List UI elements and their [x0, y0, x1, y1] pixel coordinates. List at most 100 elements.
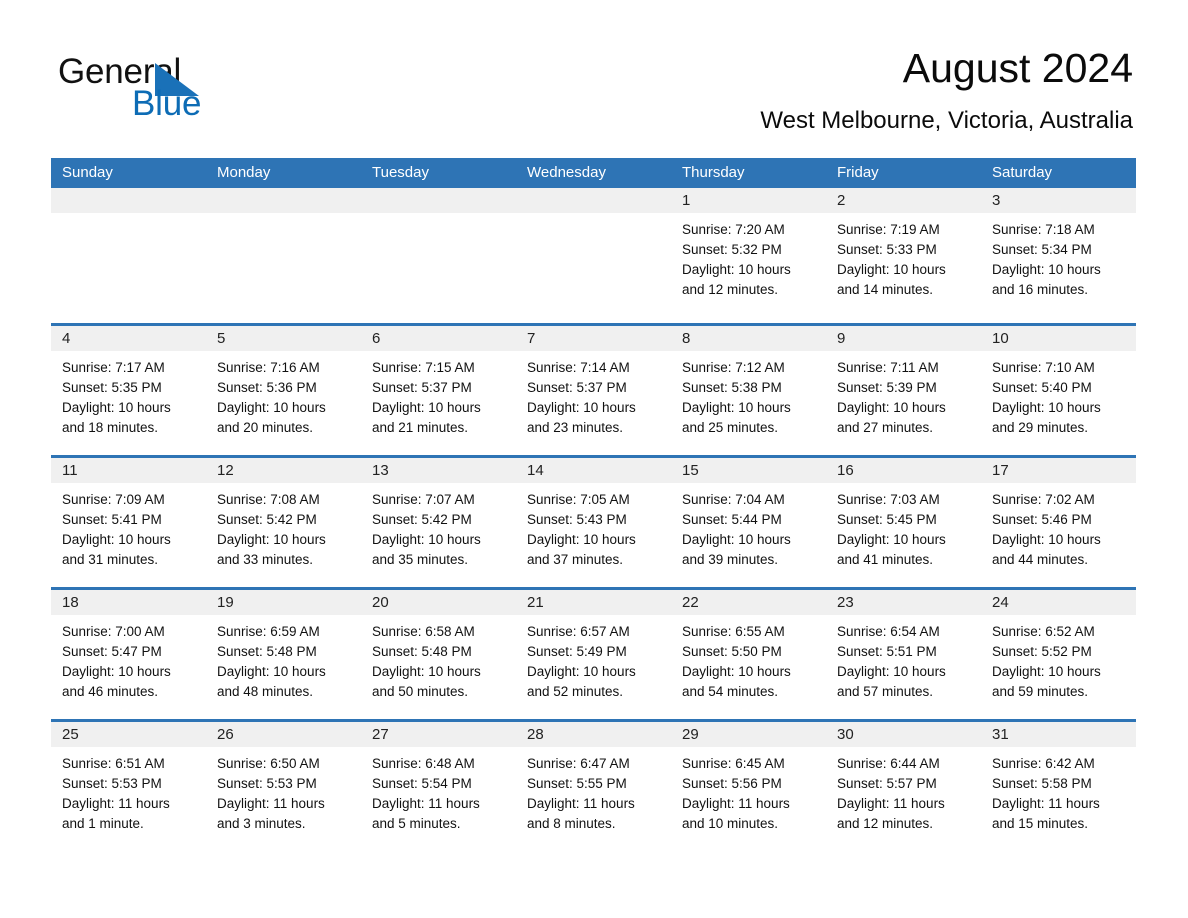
day-info: Sunrise: 6:52 AM Sunset: 5:52 PM Dayligh… — [981, 615, 1136, 702]
day-cell[interactable]: 23 Sunrise: 6:54 AM Sunset: 5:51 PM Dayl… — [826, 590, 981, 719]
day-cell[interactable]: 25 Sunrise: 6:51 AM Sunset: 5:53 PM Dayl… — [51, 722, 206, 851]
daylight-text-line2: and 35 minutes. — [372, 552, 469, 567]
day-cell[interactable]: 4 Sunrise: 7:17 AM Sunset: 5:35 PM Dayli… — [51, 326, 206, 455]
day-cell[interactable]: 24 Sunrise: 6:52 AM Sunset: 5:52 PM Dayl… — [981, 590, 1136, 719]
day-cell[interactable] — [206, 188, 361, 323]
day-cell[interactable]: 17 Sunrise: 7:02 AM Sunset: 5:46 PM Dayl… — [981, 458, 1136, 587]
day-cell[interactable]: 29 Sunrise: 6:45 AM Sunset: 5:56 PM Dayl… — [671, 722, 826, 851]
daylight-text-line1: Daylight: 10 hours — [217, 532, 326, 547]
sunset-text: Sunset: 5:32 PM — [682, 242, 782, 257]
day-cell[interactable]: 1 Sunrise: 7:20 AM Sunset: 5:32 PM Dayli… — [671, 188, 826, 323]
day-number: 7 — [516, 326, 671, 351]
sunset-text: Sunset: 5:37 PM — [372, 380, 472, 395]
daylight-text-line2: and 37 minutes. — [527, 552, 624, 567]
day-cell[interactable]: 31 Sunrise: 6:42 AM Sunset: 5:58 PM Dayl… — [981, 722, 1136, 851]
sunset-text: Sunset: 5:36 PM — [217, 380, 317, 395]
sunrise-text: Sunrise: 7:08 AM — [217, 492, 320, 507]
day-cell[interactable]: 5 Sunrise: 7:16 AM Sunset: 5:36 PM Dayli… — [206, 326, 361, 455]
day-info — [51, 213, 206, 220]
brand-logo[interactable]: General Blue — [58, 52, 388, 126]
day-cell[interactable]: 9 Sunrise: 7:11 AM Sunset: 5:39 PM Dayli… — [826, 326, 981, 455]
daylight-text-line2: and 3 minutes. — [217, 816, 306, 831]
daylight-text-line1: Daylight: 10 hours — [992, 532, 1101, 547]
day-info: Sunrise: 6:58 AM Sunset: 5:48 PM Dayligh… — [361, 615, 516, 702]
daylight-text-line2: and 54 minutes. — [682, 684, 779, 699]
day-cell[interactable] — [516, 188, 671, 323]
day-cell[interactable]: 12 Sunrise: 7:08 AM Sunset: 5:42 PM Dayl… — [206, 458, 361, 587]
day-cell[interactable]: 27 Sunrise: 6:48 AM Sunset: 5:54 PM Dayl… — [361, 722, 516, 851]
day-info: Sunrise: 6:51 AM Sunset: 5:53 PM Dayligh… — [51, 747, 206, 834]
daylight-text-line1: Daylight: 10 hours — [527, 532, 636, 547]
sunset-text: Sunset: 5:45 PM — [837, 512, 937, 527]
day-number: 2 — [826, 188, 981, 213]
day-info: Sunrise: 6:44 AM Sunset: 5:57 PM Dayligh… — [826, 747, 981, 834]
day-cell[interactable]: 14 Sunrise: 7:05 AM Sunset: 5:43 PM Dayl… — [516, 458, 671, 587]
weekday-header-wednesday: Wednesday — [527, 164, 606, 181]
day-cell[interactable]: 11 Sunrise: 7:09 AM Sunset: 5:41 PM Dayl… — [51, 458, 206, 587]
day-cell[interactable] — [51, 188, 206, 323]
daylight-text-line2: and 14 minutes. — [837, 282, 934, 297]
day-number: 19 — [206, 590, 361, 615]
daylight-text-line1: Daylight: 11 hours — [527, 796, 635, 811]
day-info — [206, 213, 361, 220]
day-number: 23 — [826, 590, 981, 615]
sunrise-text: Sunrise: 6:58 AM — [372, 624, 475, 639]
daylight-text-line1: Daylight: 10 hours — [62, 664, 171, 679]
daylight-text-line2: and 23 minutes. — [527, 420, 624, 435]
day-cell[interactable]: 8 Sunrise: 7:12 AM Sunset: 5:38 PM Dayli… — [671, 326, 826, 455]
brand-word-blue: Blue — [132, 84, 202, 123]
day-info: Sunrise: 7:18 AM Sunset: 5:34 PM Dayligh… — [981, 213, 1136, 300]
day-cell[interactable]: 18 Sunrise: 7:00 AM Sunset: 5:47 PM Dayl… — [51, 590, 206, 719]
day-info: Sunrise: 7:16 AM Sunset: 5:36 PM Dayligh… — [206, 351, 361, 438]
daylight-text-line1: Daylight: 10 hours — [992, 664, 1101, 679]
day-cell[interactable]: 30 Sunrise: 6:44 AM Sunset: 5:57 PM Dayl… — [826, 722, 981, 851]
sunset-text: Sunset: 5:34 PM — [992, 242, 1092, 257]
sunrise-text: Sunrise: 6:54 AM — [837, 624, 940, 639]
sunrise-text: Sunrise: 7:10 AM — [992, 360, 1095, 375]
day-cell[interactable]: 6 Sunrise: 7:15 AM Sunset: 5:37 PM Dayli… — [361, 326, 516, 455]
sunset-text: Sunset: 5:35 PM — [62, 380, 162, 395]
day-cell[interactable]: 28 Sunrise: 6:47 AM Sunset: 5:55 PM Dayl… — [516, 722, 671, 851]
day-number: 27 — [361, 722, 516, 747]
daylight-text-line2: and 1 minute. — [62, 816, 144, 831]
day-cell[interactable] — [361, 188, 516, 323]
day-cell[interactable]: 15 Sunrise: 7:04 AM Sunset: 5:44 PM Dayl… — [671, 458, 826, 587]
day-cell[interactable]: 13 Sunrise: 7:07 AM Sunset: 5:42 PM Dayl… — [361, 458, 516, 587]
daylight-text-line2: and 20 minutes. — [217, 420, 314, 435]
daylight-text-line1: Daylight: 10 hours — [527, 664, 636, 679]
day-cell[interactable]: 22 Sunrise: 6:55 AM Sunset: 5:50 PM Dayl… — [671, 590, 826, 719]
sunset-text: Sunset: 5:48 PM — [217, 644, 317, 659]
sunset-text: Sunset: 5:53 PM — [62, 776, 162, 791]
day-number: 18 — [51, 590, 206, 615]
sunrise-text: Sunrise: 6:51 AM — [62, 756, 165, 771]
daylight-text-line2: and 31 minutes. — [62, 552, 159, 567]
day-number: 25 — [51, 722, 206, 747]
day-cell[interactable]: 21 Sunrise: 6:57 AM Sunset: 5:49 PM Dayl… — [516, 590, 671, 719]
day-cell[interactable]: 16 Sunrise: 7:03 AM Sunset: 5:45 PM Dayl… — [826, 458, 981, 587]
day-cell[interactable]: 2 Sunrise: 7:19 AM Sunset: 5:33 PM Dayli… — [826, 188, 981, 323]
sunset-text: Sunset: 5:52 PM — [992, 644, 1092, 659]
calendar-week-row: 25 Sunrise: 6:51 AM Sunset: 5:53 PM Dayl… — [51, 719, 1136, 851]
sunrise-text: Sunrise: 7:16 AM — [217, 360, 320, 375]
sunrise-text: Sunrise: 7:11 AM — [837, 360, 939, 375]
daylight-text-line1: Daylight: 10 hours — [837, 262, 946, 277]
day-number: 16 — [826, 458, 981, 483]
weekday-header-monday: Monday — [217, 164, 271, 181]
day-info — [361, 213, 516, 220]
sunset-text: Sunset: 5:50 PM — [682, 644, 782, 659]
weekday-header-friday: Friday — [837, 164, 879, 181]
day-number: 9 — [826, 326, 981, 351]
day-cell[interactable]: 20 Sunrise: 6:58 AM Sunset: 5:48 PM Dayl… — [361, 590, 516, 719]
sunrise-text: Sunrise: 7:20 AM — [682, 222, 785, 237]
day-number: 28 — [516, 722, 671, 747]
daylight-text-line1: Daylight: 11 hours — [992, 796, 1100, 811]
day-cell[interactable]: 10 Sunrise: 7:10 AM Sunset: 5:40 PM Dayl… — [981, 326, 1136, 455]
day-cell[interactable]: 3 Sunrise: 7:18 AM Sunset: 5:34 PM Dayli… — [981, 188, 1136, 323]
day-cell[interactable]: 26 Sunrise: 6:50 AM Sunset: 5:53 PM Dayl… — [206, 722, 361, 851]
daylight-text-line2: and 50 minutes. — [372, 684, 469, 699]
sunrise-text: Sunrise: 7:19 AM — [837, 222, 940, 237]
day-cell[interactable]: 7 Sunrise: 7:14 AM Sunset: 5:37 PM Dayli… — [516, 326, 671, 455]
sunset-text: Sunset: 5:55 PM — [527, 776, 627, 791]
day-cell[interactable]: 19 Sunrise: 6:59 AM Sunset: 5:48 PM Dayl… — [206, 590, 361, 719]
daylight-text-line2: and 39 minutes. — [682, 552, 779, 567]
